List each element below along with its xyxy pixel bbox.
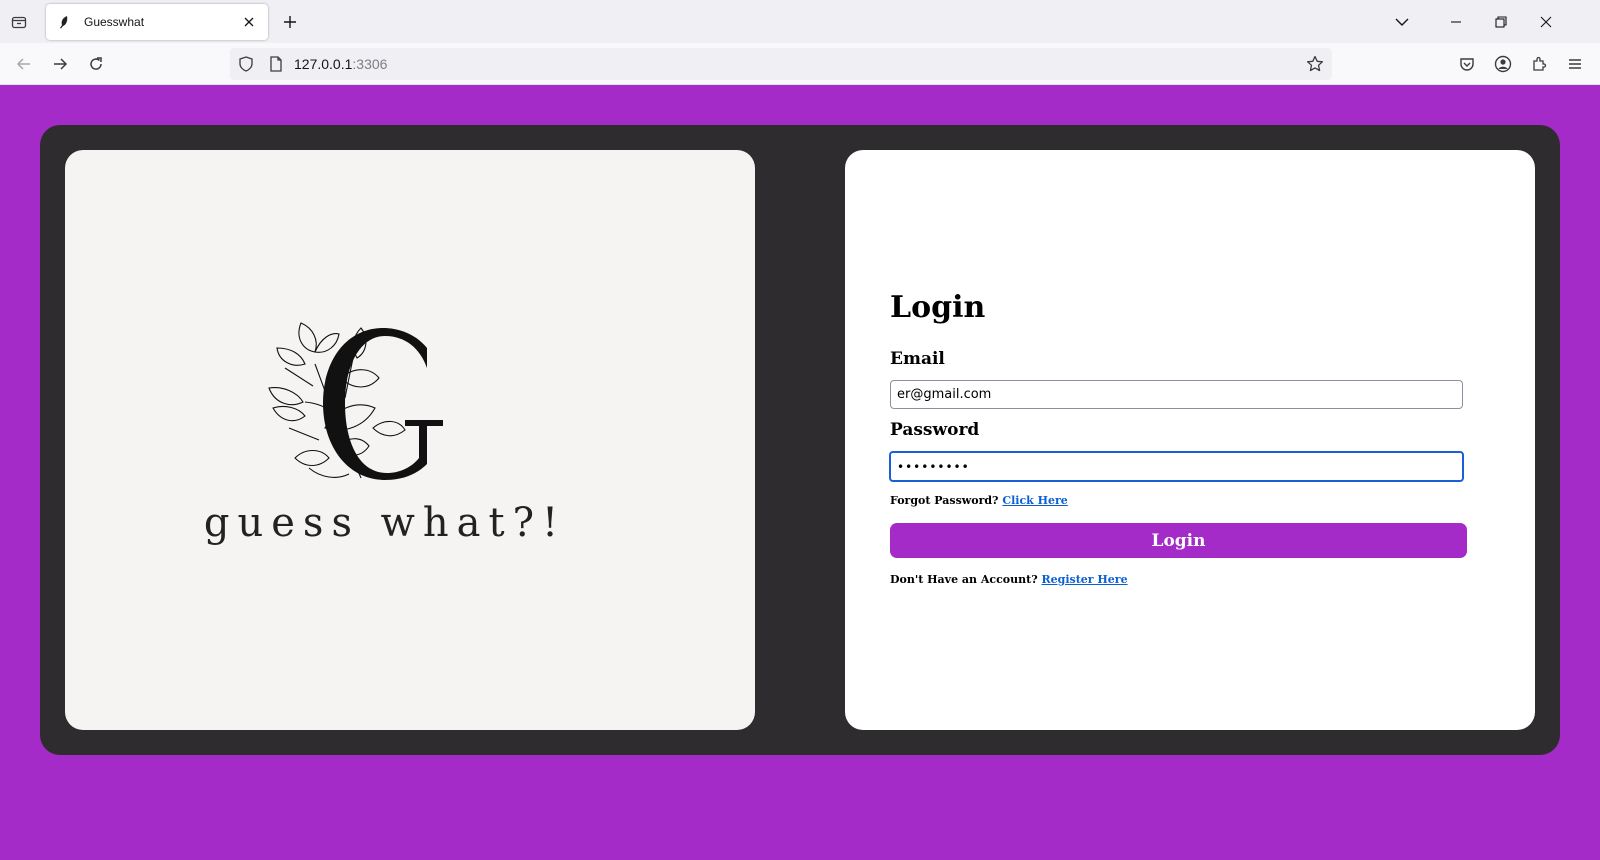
pocket-icon[interactable] <box>1456 53 1478 75</box>
forgot-password-link[interactable]: Click Here <box>1002 494 1067 507</box>
tab-guesswhat[interactable]: Guesswhat <box>46 4 268 40</box>
forgot-password-label: Forgot Password? <box>890 494 999 507</box>
forgot-password-text: Forgot Password? Click Here <box>890 493 1470 509</box>
password-field[interactable]: ••••••••• <box>889 451 1464 482</box>
login-form: Login Email er@gmail.com Password ••••••… <box>889 288 1470 588</box>
password-label: Password <box>890 420 980 440</box>
auth-container: guess what?! Login Email er@gmail.com Pa… <box>40 125 1560 755</box>
address-bar[interactable]: 127.0.0.1:3306 <box>230 48 1332 80</box>
register-text: Don't Have an Account? Register Here <box>890 572 1470 588</box>
email-field[interactable]: er@gmail.com <box>890 380 1463 409</box>
forward-arrow-icon[interactable] <box>49 53 71 75</box>
email-label: Email <box>890 349 945 369</box>
register-link[interactable]: Register Here <box>1041 573 1127 586</box>
register-label: Don't Have an Account? <box>890 573 1038 586</box>
tab-title: Guesswhat <box>84 15 145 29</box>
url-text: 127.0.0.1:3306 <box>294 56 388 72</box>
navigation-bar: 127.0.0.1:3306 <box>0 43 1600 85</box>
login-button[interactable]: Login <box>890 523 1467 558</box>
page-icon[interactable] <box>268 56 284 72</box>
feather-icon <box>56 14 72 30</box>
close-window-icon[interactable] <box>1532 8 1560 36</box>
chevron-down-icon[interactable] <box>1392 12 1412 32</box>
close-icon[interactable] <box>240 13 258 31</box>
page-viewport: guess what?! Login Email er@gmail.com Pa… <box>0 85 1600 860</box>
reload-icon[interactable] <box>85 53 107 75</box>
restore-icon[interactable] <box>1487 8 1515 36</box>
minimize-icon[interactable] <box>1442 8 1470 36</box>
extensions-icon[interactable] <box>1528 53 1550 75</box>
new-tab-icon[interactable] <box>280 12 300 32</box>
menu-icon[interactable] <box>1564 53 1586 75</box>
back-arrow-icon[interactable] <box>13 53 35 75</box>
tab-bar: Guesswhat <box>0 0 1600 43</box>
page-title: Login <box>890 290 986 325</box>
list-all-tabs-icon[interactable] <box>9 12 29 32</box>
login-panel: Login Email er@gmail.com Password ••••••… <box>845 150 1535 730</box>
floral-g-logo-icon <box>268 322 443 480</box>
shield-icon[interactable] <box>238 56 254 72</box>
bookmark-star-icon[interactable] <box>1306 55 1324 73</box>
account-icon[interactable] <box>1492 53 1514 75</box>
brand-wordmark: guess what?! <box>203 500 567 546</box>
brand-panel: guess what?! <box>65 150 755 730</box>
